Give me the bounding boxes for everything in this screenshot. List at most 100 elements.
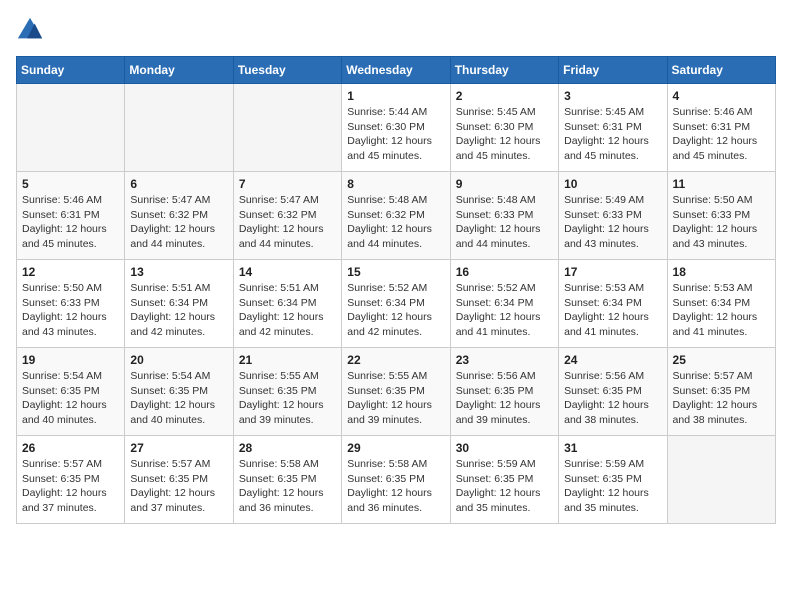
day-number: 8 bbox=[347, 177, 444, 191]
calendar-cell: 25Sunrise: 5:57 AM Sunset: 6:35 PM Dayli… bbox=[667, 348, 775, 436]
day-info: Sunrise: 5:52 AM Sunset: 6:34 PM Dayligh… bbox=[456, 281, 553, 340]
day-number: 24 bbox=[564, 353, 661, 367]
weekday-header: Saturday bbox=[667, 57, 775, 84]
day-info: Sunrise: 5:50 AM Sunset: 6:33 PM Dayligh… bbox=[673, 193, 770, 252]
day-number: 31 bbox=[564, 441, 661, 455]
weekday-header: Friday bbox=[559, 57, 667, 84]
day-number: 21 bbox=[239, 353, 336, 367]
day-number: 3 bbox=[564, 89, 661, 103]
day-info: Sunrise: 5:57 AM Sunset: 6:35 PM Dayligh… bbox=[130, 457, 227, 516]
day-info: Sunrise: 5:51 AM Sunset: 6:34 PM Dayligh… bbox=[130, 281, 227, 340]
day-number: 28 bbox=[239, 441, 336, 455]
day-number: 7 bbox=[239, 177, 336, 191]
day-info: Sunrise: 5:59 AM Sunset: 6:35 PM Dayligh… bbox=[456, 457, 553, 516]
day-info: Sunrise: 5:54 AM Sunset: 6:35 PM Dayligh… bbox=[22, 369, 119, 428]
day-info: Sunrise: 5:48 AM Sunset: 6:33 PM Dayligh… bbox=[456, 193, 553, 252]
calendar-cell: 13 Sunrise: 5:51 AM Sunset: 6:34 PM Dayli… bbox=[125, 260, 233, 348]
day-number: 13 bbox=[130, 265, 227, 279]
calendar-week-row: 26 Sunrise: 5:57 AM Sunset: 6:35 PM Dayli… bbox=[17, 436, 776, 524]
calendar-cell: 4Sunrise: 5:46 AM Sunset: 6:31 PM Daylig… bbox=[667, 84, 775, 172]
calendar-cell: 16 Sunrise: 5:52 AM Sunset: 6:34 PM Dayli… bbox=[450, 260, 558, 348]
calendar-cell: 29Sunrise: 5:58 AM Sunset: 6:35 PM Dayli… bbox=[342, 436, 450, 524]
calendar-cell: 10Sunrise: 5:49 AM Sunset: 6:33 PM Dayli… bbox=[559, 172, 667, 260]
calendar-cell bbox=[667, 436, 775, 524]
calendar-cell: 15 Sunrise: 5:52 AM Sunset: 6:34 PM Dayli… bbox=[342, 260, 450, 348]
day-info: Sunrise: 5:58 AM Sunset: 6:35 PM Dayligh… bbox=[347, 457, 444, 516]
calendar-cell: 19 Sunrise: 5:54 AM Sunset: 6:35 PM Dayli… bbox=[17, 348, 125, 436]
day-number: 6 bbox=[130, 177, 227, 191]
day-number: 14 bbox=[239, 265, 336, 279]
weekday-header: Wednesday bbox=[342, 57, 450, 84]
calendar-cell: 30 Sunrise: 5:59 AM Sunset: 6:35 PM Dayli… bbox=[450, 436, 558, 524]
day-info: Sunrise: 5:47 AM Sunset: 6:32 PM Dayligh… bbox=[130, 193, 227, 252]
calendar-week-row: 19 Sunrise: 5:54 AM Sunset: 6:35 PM Dayli… bbox=[17, 348, 776, 436]
day-number: 27 bbox=[130, 441, 227, 455]
day-info: Sunrise: 5:55 AM Sunset: 6:35 PM Dayligh… bbox=[347, 369, 444, 428]
day-number: 19 bbox=[22, 353, 119, 367]
day-number: 9 bbox=[456, 177, 553, 191]
calendar-cell: 7 Sunrise: 5:47 AM Sunset: 6:32 PM Daylig… bbox=[233, 172, 341, 260]
calendar-header-row: SundayMondayTuesdayWednesdayThursdayFrid… bbox=[17, 57, 776, 84]
day-info: Sunrise: 5:55 AM Sunset: 6:35 PM Dayligh… bbox=[239, 369, 336, 428]
calendar-cell bbox=[17, 84, 125, 172]
calendar-cell: 28 Sunrise: 5:58 AM Sunset: 6:35 PM Dayli… bbox=[233, 436, 341, 524]
day-info: Sunrise: 5:54 AM Sunset: 6:35 PM Dayligh… bbox=[130, 369, 227, 428]
day-info: Sunrise: 5:53 AM Sunset: 6:34 PM Dayligh… bbox=[673, 281, 770, 340]
calendar-cell: 14 Sunrise: 5:51 AM Sunset: 6:34 PM Dayli… bbox=[233, 260, 341, 348]
day-info: Sunrise: 5:52 AM Sunset: 6:34 PM Dayligh… bbox=[347, 281, 444, 340]
calendar-cell bbox=[233, 84, 341, 172]
calendar-cell: 1 Sunrise: 5:44 AM Sunset: 6:30 PM Daylig… bbox=[342, 84, 450, 172]
day-number: 2 bbox=[456, 89, 553, 103]
day-info: Sunrise: 5:56 AM Sunset: 6:35 PM Dayligh… bbox=[564, 369, 661, 428]
calendar-table: SundayMondayTuesdayWednesdayThursdayFrid… bbox=[16, 56, 776, 524]
day-number: 1 bbox=[347, 89, 444, 103]
day-info: Sunrise: 5:58 AM Sunset: 6:35 PM Dayligh… bbox=[239, 457, 336, 516]
day-number: 26 bbox=[22, 441, 119, 455]
day-info: Sunrise: 5:45 AM Sunset: 6:31 PM Dayligh… bbox=[564, 105, 661, 164]
day-info: Sunrise: 5:56 AM Sunset: 6:35 PM Dayligh… bbox=[456, 369, 553, 428]
calendar-cell: 22 Sunrise: 5:55 AM Sunset: 6:35 PM Dayli… bbox=[342, 348, 450, 436]
day-number: 22 bbox=[347, 353, 444, 367]
day-number: 16 bbox=[456, 265, 553, 279]
calendar-cell: 12Sunrise: 5:50 AM Sunset: 6:33 PM Dayli… bbox=[17, 260, 125, 348]
day-info: Sunrise: 5:59 AM Sunset: 6:35 PM Dayligh… bbox=[564, 457, 661, 516]
calendar-week-row: 1 Sunrise: 5:44 AM Sunset: 6:30 PM Daylig… bbox=[17, 84, 776, 172]
day-info: Sunrise: 5:48 AM Sunset: 6:32 PM Dayligh… bbox=[347, 193, 444, 252]
day-number: 11 bbox=[673, 177, 770, 191]
calendar-week-row: 5Sunrise: 5:46 AM Sunset: 6:31 PM Daylig… bbox=[17, 172, 776, 260]
calendar-cell: 11 Sunrise: 5:50 AM Sunset: 6:33 PM Dayli… bbox=[667, 172, 775, 260]
calendar-cell: 23Sunrise: 5:56 AM Sunset: 6:35 PM Dayli… bbox=[450, 348, 558, 436]
calendar-body: 1 Sunrise: 5:44 AM Sunset: 6:30 PM Daylig… bbox=[17, 84, 776, 524]
day-info: Sunrise: 5:51 AM Sunset: 6:34 PM Dayligh… bbox=[239, 281, 336, 340]
weekday-header: Monday bbox=[125, 57, 233, 84]
weekday-header: Tuesday bbox=[233, 57, 341, 84]
calendar-cell: 27 Sunrise: 5:57 AM Sunset: 6:35 PM Dayli… bbox=[125, 436, 233, 524]
day-info: Sunrise: 5:44 AM Sunset: 6:30 PM Dayligh… bbox=[347, 105, 444, 164]
day-number: 12 bbox=[22, 265, 119, 279]
calendar-cell: 26Sunrise: 5:57 AM Sunset: 6:35 PM Dayli… bbox=[17, 436, 125, 524]
calendar-cell: 17Sunrise: 5:53 AM Sunset: 6:34 PM Dayli… bbox=[559, 260, 667, 348]
page-header bbox=[16, 16, 776, 44]
day-number: 18 bbox=[673, 265, 770, 279]
day-info: Sunrise: 5:46 AM Sunset: 6:31 PM Dayligh… bbox=[22, 193, 119, 252]
calendar-cell: 5Sunrise: 5:46 AM Sunset: 6:31 PM Daylig… bbox=[17, 172, 125, 260]
calendar-cell: 9 Sunrise: 5:48 AM Sunset: 6:33 PM Daylig… bbox=[450, 172, 558, 260]
day-info: Sunrise: 5:53 AM Sunset: 6:34 PM Dayligh… bbox=[564, 281, 661, 340]
day-number: 15 bbox=[347, 265, 444, 279]
weekday-header: Sunday bbox=[17, 57, 125, 84]
day-number: 20 bbox=[130, 353, 227, 367]
calendar-cell: 2 Sunrise: 5:45 AM Sunset: 6:30 PM Daylig… bbox=[450, 84, 558, 172]
calendar-cell: 31 Sunrise: 5:59 AM Sunset: 6:35 PM Dayli… bbox=[559, 436, 667, 524]
calendar-cell bbox=[125, 84, 233, 172]
calendar-cell: 8 Sunrise: 5:48 AM Sunset: 6:32 PM Daylig… bbox=[342, 172, 450, 260]
calendar-cell: 3 Sunrise: 5:45 AM Sunset: 6:31 PM Daylig… bbox=[559, 84, 667, 172]
calendar-cell: 24 Sunrise: 5:56 AM Sunset: 6:35 PM Dayli… bbox=[559, 348, 667, 436]
day-number: 4 bbox=[673, 89, 770, 103]
day-number: 30 bbox=[456, 441, 553, 455]
calendar-cell: 20 Sunrise: 5:54 AM Sunset: 6:35 PM Dayli… bbox=[125, 348, 233, 436]
calendar-cell: 21 Sunrise: 5:55 AM Sunset: 6:35 PM Dayli… bbox=[233, 348, 341, 436]
day-info: Sunrise: 5:45 AM Sunset: 6:30 PM Dayligh… bbox=[456, 105, 553, 164]
day-number: 25 bbox=[673, 353, 770, 367]
day-info: Sunrise: 5:47 AM Sunset: 6:32 PM Dayligh… bbox=[239, 193, 336, 252]
logo bbox=[16, 16, 46, 44]
